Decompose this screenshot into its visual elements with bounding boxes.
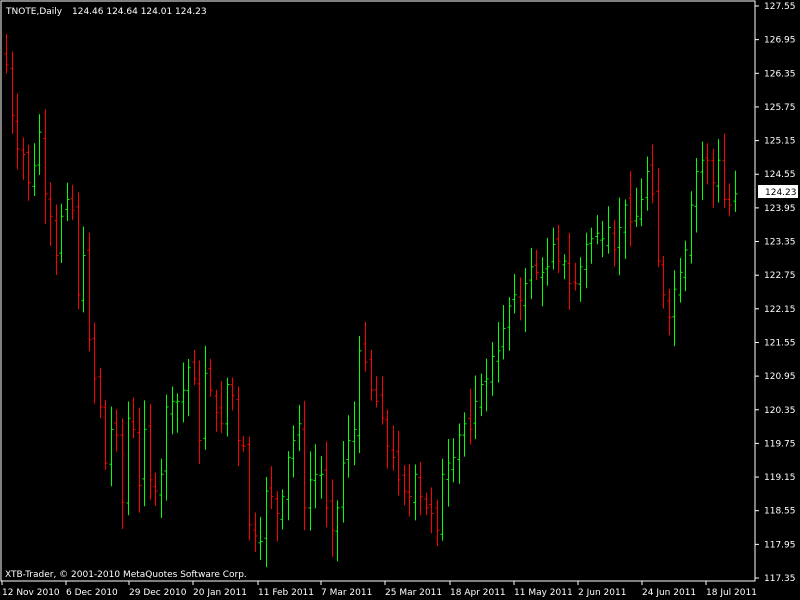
x-tick-label: 24 Jun 2011 <box>642 588 696 598</box>
chart-title: TNOTE,Daily <box>5 7 63 17</box>
x-tick-label: 20 Jan 2011 <box>193 588 247 598</box>
y-tick-label: 117.35 <box>764 574 796 584</box>
x-tick-label: 2 Jun 2011 <box>578 588 626 598</box>
y-tick-label: 126.35 <box>764 69 796 79</box>
x-tick-label: 29 Dec 2010 <box>129 588 187 598</box>
y-tick-label: 124.55 <box>764 170 796 180</box>
y-tick-label: 125.75 <box>764 103 796 113</box>
y-tick-label: 122.75 <box>764 271 796 281</box>
current-price-label: 124.23 <box>765 188 797 198</box>
x-tick-label: 18 Apr 2011 <box>450 588 506 598</box>
current-price-marker: 124.23 <box>758 185 798 198</box>
price-chart[interactable]: 127.55 126.95 126.35 125.75 125.15 124.55 123.… <box>0 0 800 600</box>
y-tick-label: 125.15 <box>764 137 796 147</box>
x-tick-label: 18 Jul 2011 <box>706 588 757 598</box>
y-tick-label: 119.75 <box>764 439 796 449</box>
x-tick-label: 7 Mar 2011 <box>321 588 372 598</box>
y-tick-label: 121.55 <box>764 338 796 348</box>
y-tick-label: 119.15 <box>764 473 796 483</box>
x-tick-label: 25 Mar 2011 <box>385 588 442 598</box>
copyright-text: XTB-Trader, © 2001-2010 MetaQuotes Softw… <box>5 570 247 580</box>
y-tick-label: 117.95 <box>764 540 796 550</box>
y-tick-label: 123.35 <box>764 238 796 248</box>
x-tick-label: 11 May 2011 <box>514 588 573 598</box>
x-tick-label: 12 Nov 2010 <box>2 588 60 598</box>
y-tick-label: 122.15 <box>764 305 796 315</box>
y-tick-label: 123.95 <box>764 204 796 214</box>
x-tick-label: 11 Feb 2011 <box>258 588 314 598</box>
y-tick-label: 118.55 <box>764 507 796 517</box>
x-tick-label: 6 Dec 2010 <box>66 588 118 598</box>
y-tick-label: 127.55 <box>764 2 796 12</box>
y-tick-label: 126.95 <box>764 36 796 46</box>
ohlc-readout: 124.46 124.64 124.01 124.23 <box>72 7 207 17</box>
y-tick-label: 120.95 <box>764 372 796 382</box>
y-tick-label: 120.35 <box>764 406 796 416</box>
